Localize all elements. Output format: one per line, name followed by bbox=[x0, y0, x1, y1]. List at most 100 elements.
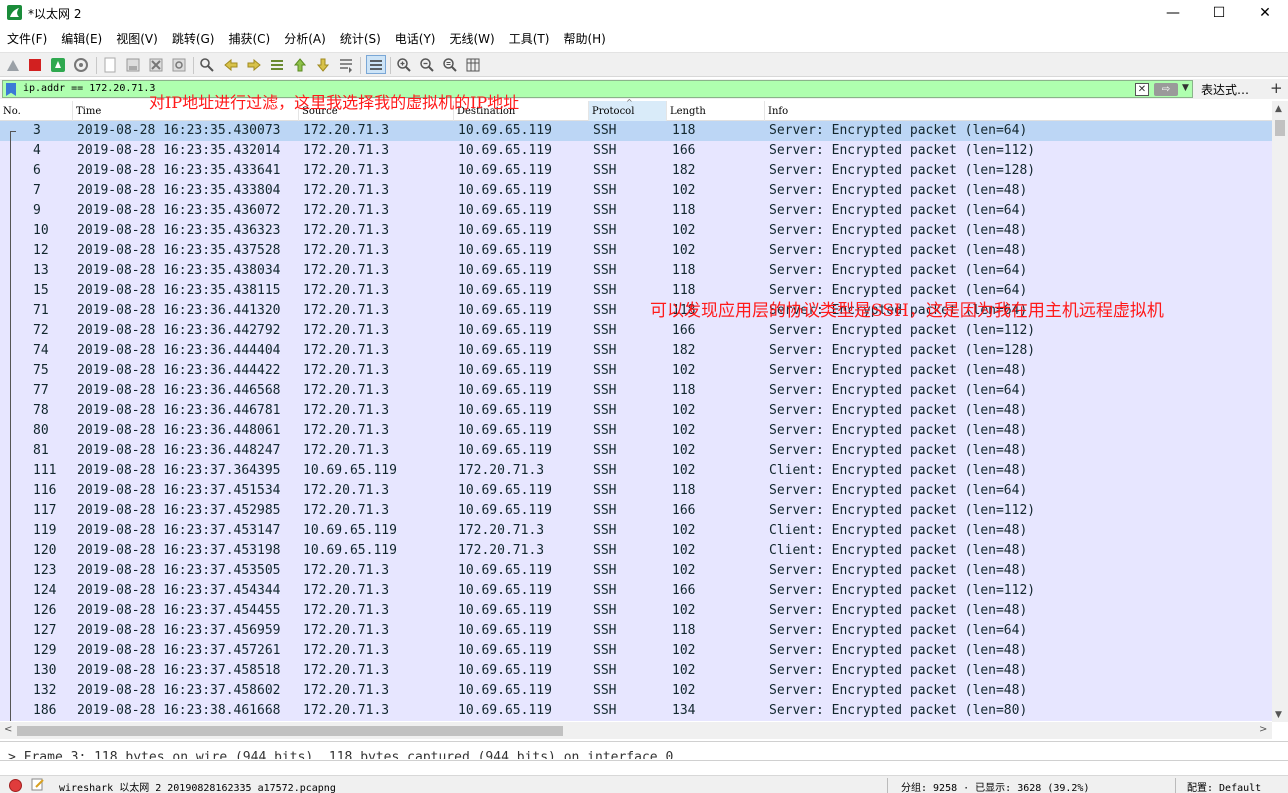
menu-view[interactable]: 视图(V) bbox=[109, 28, 165, 50]
scroll-right-icon[interactable]: > bbox=[1259, 724, 1267, 735]
scroll-down-icon[interactable]: ▼ bbox=[1275, 710, 1282, 720]
expression-button[interactable]: 表达式… bbox=[1201, 81, 1249, 98]
packet-row[interactable]: 81 2019-08-28 16:23:36.448247 172.20.71.3 1… bbox=[0, 441, 1272, 461]
packet-time: 2019-08-28 16:23:35.433641 bbox=[77, 163, 281, 178]
packet-row[interactable]: 4 2019-08-28 16:23:35.432014 172.20.71.3 10… bbox=[0, 141, 1272, 161]
menu-analyze[interactable]: 分析(A) bbox=[277, 28, 333, 50]
packet-destination: 10.69.65.119 bbox=[458, 383, 552, 398]
scroll-up-icon[interactable]: ▲ bbox=[1275, 104, 1282, 114]
column-header-source[interactable]: Source bbox=[299, 101, 454, 121]
vertical-scroll-thumb[interactable] bbox=[1275, 120, 1285, 136]
column-header-no[interactable]: No. bbox=[0, 101, 73, 121]
packet-row[interactable]: 77 2019-08-28 16:23:36.446568 172.20.71.3 1… bbox=[0, 381, 1272, 401]
packet-protocol: SSH bbox=[593, 483, 617, 498]
capture-comment-icon[interactable] bbox=[31, 778, 45, 791]
go-last-packet-icon[interactable] bbox=[314, 56, 332, 74]
packet-row[interactable]: 13 2019-08-28 16:23:35.438034 172.20.71.3 1… bbox=[0, 261, 1272, 281]
shark-fin-start-icon[interactable] bbox=[4, 56, 22, 74]
column-header-destination[interactable]: Destination bbox=[454, 101, 589, 121]
find-packet-icon[interactable] bbox=[198, 56, 216, 74]
packet-row[interactable]: 129 2019-08-28 16:23:37.457261 172.20.71.3… bbox=[0, 641, 1272, 661]
packet-list-vertical-scrollbar[interactable]: ▲ ▼ bbox=[1272, 101, 1288, 722]
packet-row[interactable]: 111 2019-08-28 16:23:37.364395 10.69.65.11… bbox=[0, 461, 1272, 481]
close-file-icon[interactable] bbox=[147, 56, 165, 74]
packet-row[interactable]: 123 2019-08-28 16:23:37.453505 172.20.71.3… bbox=[0, 561, 1272, 581]
menu-telephony[interactable]: 电话(Y) bbox=[388, 28, 443, 50]
packet-row[interactable]: 71 2019-08-28 16:23:36.441320 172.20.71.3 1… bbox=[0, 301, 1272, 321]
close-window-button[interactable]: ✕ bbox=[1242, 0, 1288, 26]
horizontal-scroll-thumb[interactable] bbox=[17, 726, 563, 736]
apply-filter-button[interactable]: ⇨ bbox=[1154, 83, 1178, 96]
menu-edit[interactable]: 编辑(E) bbox=[54, 28, 109, 50]
stop-capture-icon[interactable] bbox=[26, 56, 44, 74]
packet-row[interactable]: 116 2019-08-28 16:23:37.451534 172.20.71.3… bbox=[0, 481, 1272, 501]
packet-row[interactable]: 3 2019-08-28 16:23:35.430073 172.20.71.3 10… bbox=[0, 121, 1272, 141]
packet-row[interactable]: 9 2019-08-28 16:23:35.436072 172.20.71.3 10… bbox=[0, 201, 1272, 221]
packet-number-text: 72 bbox=[33, 323, 49, 338]
packet-row[interactable]: 130 2019-08-28 16:23:37.458518 172.20.71.3… bbox=[0, 661, 1272, 681]
packet-list-horizontal-scrollbar[interactable]: < > bbox=[0, 722, 1272, 739]
packet-protocol: SSH bbox=[593, 383, 617, 398]
menu-capture[interactable]: 捕获(C) bbox=[221, 28, 277, 50]
frame-detail-line[interactable]: > Frame 3: 118 bytes on wire (944 bits),… bbox=[8, 750, 673, 759]
go-forward-icon[interactable] bbox=[245, 56, 263, 74]
packet-row[interactable]: 80 2019-08-28 16:23:36.448061 172.20.71.3 1… bbox=[0, 421, 1272, 441]
filter-text[interactable]: ip.addr == 172.20.71.3 bbox=[23, 83, 155, 94]
filter-bookmark-icon[interactable] bbox=[6, 83, 16, 96]
menu-help[interactable]: 帮助(H) bbox=[556, 28, 612, 50]
packet-row[interactable]: 10 2019-08-28 16:23:35.436323 172.20.71.3 1… bbox=[0, 221, 1272, 241]
maximize-button[interactable]: ☐ bbox=[1196, 0, 1242, 26]
packet-row[interactable]: 186 2019-08-28 16:23:38.461668 172.20.71.3… bbox=[0, 701, 1272, 721]
configuration-profile[interactable]: 配置: Default bbox=[1187, 779, 1261, 793]
go-to-packet-icon[interactable] bbox=[268, 56, 286, 74]
expand-arrow-icon[interactable]: > bbox=[8, 750, 16, 759]
packet-row[interactable]: 6 2019-08-28 16:23:35.433641 172.20.71.3 10… bbox=[0, 161, 1272, 181]
packet-row[interactable]: 15 2019-08-28 16:23:35.438115 172.20.71.3 1… bbox=[0, 281, 1272, 301]
column-header-time[interactable]: Time bbox=[73, 101, 299, 121]
reload-file-icon[interactable] bbox=[170, 56, 188, 74]
packet-row[interactable]: 12 2019-08-28 16:23:35.437528 172.20.71.3 1… bbox=[0, 241, 1272, 261]
menu-file[interactable]: 文件(F) bbox=[0, 28, 54, 50]
menu-tools[interactable]: 工具(T) bbox=[502, 28, 557, 50]
minimize-button[interactable]: — bbox=[1150, 0, 1196, 26]
packet-row[interactable]: 72 2019-08-28 16:23:36.442792 172.20.71.3 1… bbox=[0, 321, 1272, 341]
scroll-left-icon[interactable]: < bbox=[4, 724, 12, 735]
go-back-icon[interactable] bbox=[222, 56, 240, 74]
packet-info: Server: Encrypted packet (len=48) bbox=[769, 663, 1028, 678]
packet-row[interactable]: 124 2019-08-28 16:23:37.454344 172.20.71.3… bbox=[0, 581, 1272, 601]
packet-row[interactable]: 120 2019-08-28 16:23:37.453198 10.69.65.11… bbox=[0, 541, 1272, 561]
expert-info-icon[interactable] bbox=[9, 779, 22, 792]
packet-row[interactable]: 78 2019-08-28 16:23:36.446781 172.20.71.3 1… bbox=[0, 401, 1272, 421]
capture-options-icon[interactable] bbox=[72, 56, 90, 74]
colorize-icon[interactable] bbox=[366, 55, 386, 74]
menu-go[interactable]: 跳转(G) bbox=[165, 28, 222, 50]
zoom-out-icon[interactable] bbox=[418, 56, 436, 74]
packet-row[interactable]: 74 2019-08-28 16:23:36.444404 172.20.71.3 1… bbox=[0, 341, 1272, 361]
packet-row[interactable]: 119 2019-08-28 16:23:37.453147 10.69.65.11… bbox=[0, 521, 1272, 541]
packet-row[interactable]: 7 2019-08-28 16:23:35.433804 172.20.71.3 10… bbox=[0, 181, 1272, 201]
auto-scroll-icon[interactable] bbox=[337, 56, 355, 74]
display-filter-input[interactable]: ip.addr == 172.20.71.3 ✕ ⇨ ▼ bbox=[2, 80, 1193, 98]
packet-row[interactable]: 75 2019-08-28 16:23:36.444422 172.20.71.3 1… bbox=[0, 361, 1272, 381]
packet-row[interactable]: 127 2019-08-28 16:23:37.456959 172.20.71.3… bbox=[0, 621, 1272, 641]
filter-history-dropdown[interactable]: ▼ bbox=[1182, 83, 1189, 93]
open-file-icon[interactable] bbox=[101, 56, 119, 74]
packet-row[interactable]: 132 2019-08-28 16:23:37.458602 172.20.71.3… bbox=[0, 681, 1272, 701]
packet-row[interactable]: 126 2019-08-28 16:23:37.454455 172.20.71.3… bbox=[0, 601, 1272, 621]
save-file-icon[interactable] bbox=[124, 56, 142, 74]
packet-number: 127 bbox=[8, 621, 60, 641]
column-header-info[interactable]: Info bbox=[765, 101, 1272, 121]
go-first-packet-icon[interactable] bbox=[291, 56, 309, 74]
resize-columns-icon[interactable] bbox=[464, 56, 482, 74]
packet-info: Client: Encrypted packet (len=48) bbox=[769, 543, 1028, 558]
zoom-in-icon[interactable] bbox=[395, 56, 413, 74]
menu-wireless[interactable]: 无线(W) bbox=[443, 28, 502, 50]
add-filter-button[interactable]: + bbox=[1270, 79, 1283, 97]
clear-filter-button[interactable]: ✕ bbox=[1135, 83, 1149, 96]
packet-row[interactable]: 117 2019-08-28 16:23:37.452985 172.20.71.3… bbox=[0, 501, 1272, 521]
column-header-length[interactable]: Length bbox=[667, 101, 765, 121]
restart-capture-icon[interactable] bbox=[49, 56, 67, 74]
wireshark-logo-icon bbox=[7, 5, 22, 20]
menu-statistics[interactable]: 统计(S) bbox=[333, 28, 388, 50]
zoom-normal-icon[interactable] bbox=[441, 56, 459, 74]
